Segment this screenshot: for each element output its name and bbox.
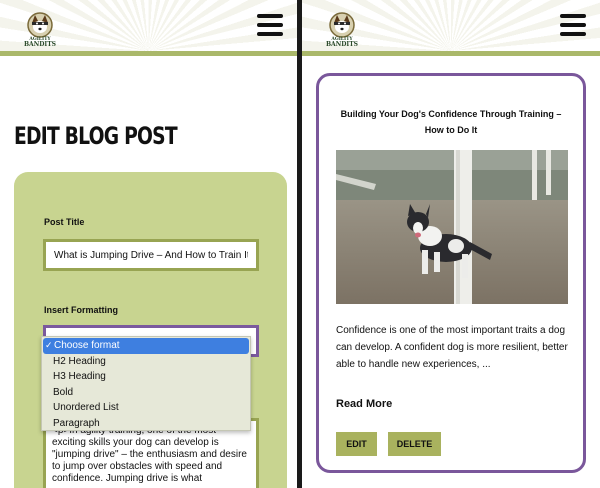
format-option-h3[interactable]: H3 Heading <box>42 369 250 385</box>
hamburger-menu-icon[interactable] <box>257 14 283 36</box>
format-option-bold[interactable]: Bold <box>42 385 250 401</box>
hamburger-menu-icon[interactable] <box>560 14 586 36</box>
site-header: AGILITY BANDITS <box>0 0 297 56</box>
post-title-label: Post Title <box>44 217 85 227</box>
blog-list-screen: AGILITY BANDITS Building Your Dog's Conf… <box>302 0 600 488</box>
svg-text:BANDITS: BANDITS <box>24 41 56 48</box>
svg-text:BANDITS: BANDITS <box>326 41 358 48</box>
blog-post-title: Building Your Dog's Confidence Through T… <box>340 109 562 135</box>
agility-bandits-logo[interactable]: AGILITY BANDITS <box>20 8 60 48</box>
checkmark-icon: ✓ <box>45 340 53 350</box>
blog-post-excerpt: Confidence is one of the most important … <box>336 325 568 370</box>
format-option-paragraph[interactable]: Paragraph <box>42 416 250 432</box>
edit-post-form: Post Title Insert Formatting <p>In agili… <box>14 172 287 488</box>
format-option-unordered-list[interactable]: Unordered List <box>42 400 250 416</box>
format-option-choose[interactable]: ✓Choose format <box>43 338 249 354</box>
edit-post-screen: AGILITY BANDITS EDIT BLOG POST Post Titl… <box>0 0 297 488</box>
agility-bandits-logo[interactable]: AGILITY BANDITS <box>322 8 362 48</box>
page-title: EDIT BLOG POST <box>14 122 178 150</box>
blog-post-card: Building Your Dog's Confidence Through T… <box>316 73 586 473</box>
format-option-h2[interactable]: H2 Heading <box>42 354 250 370</box>
read-more-link[interactable]: Read More <box>336 398 392 410</box>
format-dropdown-menu: ✓Choose format H2 Heading H3 Heading Bol… <box>41 336 251 431</box>
app-stage: AGILITY BANDITS EDIT BLOG POST Post Titl… <box>0 0 600 488</box>
blog-post-image <box>336 150 568 304</box>
edit-button[interactable]: EDIT <box>336 432 377 456</box>
insert-formatting-label: Insert Formatting <box>44 305 119 315</box>
post-title-input[interactable] <box>43 239 259 271</box>
site-header: AGILITY BANDITS <box>302 0 600 56</box>
delete-button[interactable]: DELETE <box>388 432 441 456</box>
